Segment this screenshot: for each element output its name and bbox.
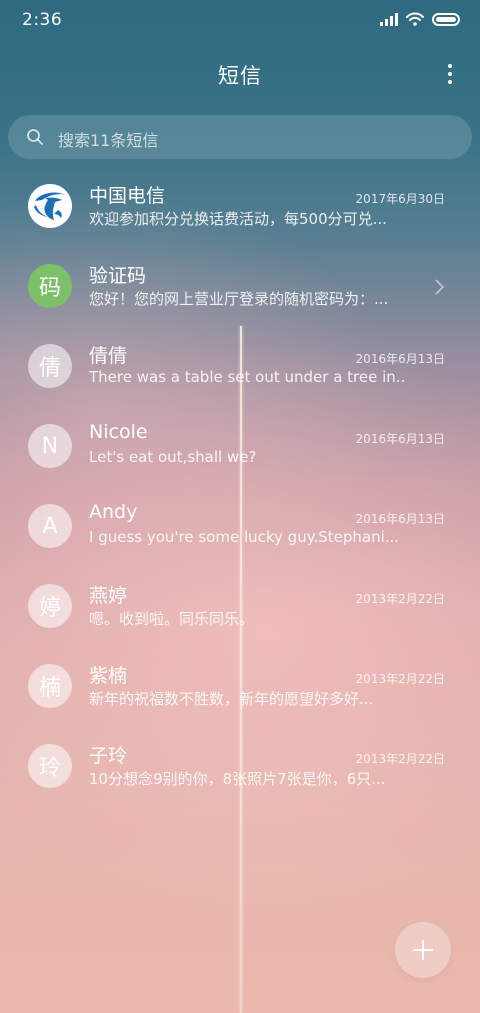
message-date: 2016年6月13日 (355, 352, 445, 366)
avatar: 倩 (28, 344, 72, 388)
message-date: 2016年6月13日 (355, 512, 445, 526)
message-date: 2013年2月22日 (355, 592, 445, 606)
status-icons (380, 12, 460, 26)
conversation-item[interactable]: N Nicole 2016年6月13日 Let's eat out,shall … (0, 408, 480, 488)
message-date: 2016年6月13日 (355, 432, 445, 446)
contact-name: 中国电信 (89, 185, 166, 207)
avatar: A (28, 504, 72, 548)
status-bar: 2:36 (0, 0, 480, 44)
contact-name: 验证码 (89, 265, 147, 287)
signal-icon (380, 12, 398, 26)
message-date: 2013年2月22日 (355, 752, 445, 766)
message-preview: 欢迎参加积分兑换话费活动，每500分可兑... (89, 210, 387, 228)
conversation-item[interactable]: 中国电信 2017年6月30日 欢迎参加积分兑换话费活动，每500分可兑... (0, 168, 480, 248)
avatar: 玲 (28, 744, 72, 788)
message-preview: I guess you're some lucky guy.Stephani..… (89, 528, 400, 546)
message-preview: 10分想念9别的你，8张照片7张是你，6只... (89, 770, 386, 788)
message-preview: There was a table set out under a tree i… (89, 368, 404, 386)
page-title: 短信 (218, 64, 262, 88)
wifi-icon (406, 12, 424, 26)
message-date: 2013年2月22日 (355, 672, 445, 686)
app-header: 短信 (0, 52, 480, 96)
conversation-item[interactable]: 玲 子玲 2013年2月22日 10分想念9别的你，8张照片7张是你，6只... (0, 728, 480, 808)
conversation-item[interactable]: 婷 燕婷 2013年2月22日 嗯。收到啦。同乐同乐。 (0, 568, 480, 648)
contact-name: Andy (89, 501, 138, 523)
conversation-item[interactable]: 倩 倩倩 2016年6月13日 There was a table set ou… (0, 328, 480, 408)
conversation-list: 中国电信 2017年6月30日 欢迎参加积分兑换话费活动，每500分可兑... … (0, 168, 480, 808)
contact-name: 倩倩 (89, 345, 128, 367)
avatar: 码 (28, 264, 72, 308)
more-vertical-icon[interactable] (442, 62, 458, 86)
search-icon (27, 129, 43, 145)
message-preview: 嗯。收到啦。同乐同乐。 (89, 610, 255, 628)
contact-name: 子玲 (89, 745, 128, 767)
avatar: 楠 (28, 664, 72, 708)
avatar: N (28, 424, 72, 468)
conversation-item[interactable]: A Andy 2016年6月13日 I guess you're some lu… (0, 488, 480, 568)
contact-name: 燕婷 (89, 585, 128, 607)
conversation-item[interactable]: 码 验证码 您好！您的网上营业厅登录的随机密码为：... (0, 248, 480, 328)
search-placeholder: 搜索11条短信 (58, 131, 159, 150)
search-input[interactable]: 搜索11条短信 (8, 115, 472, 159)
new-message-button[interactable] (395, 922, 451, 978)
chevron-right-icon (435, 279, 445, 295)
contact-name: 紫楠 (89, 665, 128, 687)
contact-name: Nicole (89, 421, 148, 443)
conversation-item[interactable]: 楠 紫楠 2013年2月22日 新年的祝福数不胜数，新年的愿望好多好... (0, 648, 480, 728)
message-date: 2017年6月30日 (355, 192, 445, 206)
message-preview: 新年的祝福数不胜数，新年的愿望好多好... (89, 690, 374, 708)
plus-icon (413, 940, 433, 960)
china-telecom-logo-icon (28, 184, 72, 228)
battery-icon (432, 12, 460, 26)
status-time: 2:36 (22, 10, 63, 30)
avatar: 婷 (28, 584, 72, 628)
message-preview: 您好！您的网上营业厅登录的随机密码为：... (89, 290, 389, 308)
message-preview: Let's eat out,shall we? (89, 448, 257, 466)
